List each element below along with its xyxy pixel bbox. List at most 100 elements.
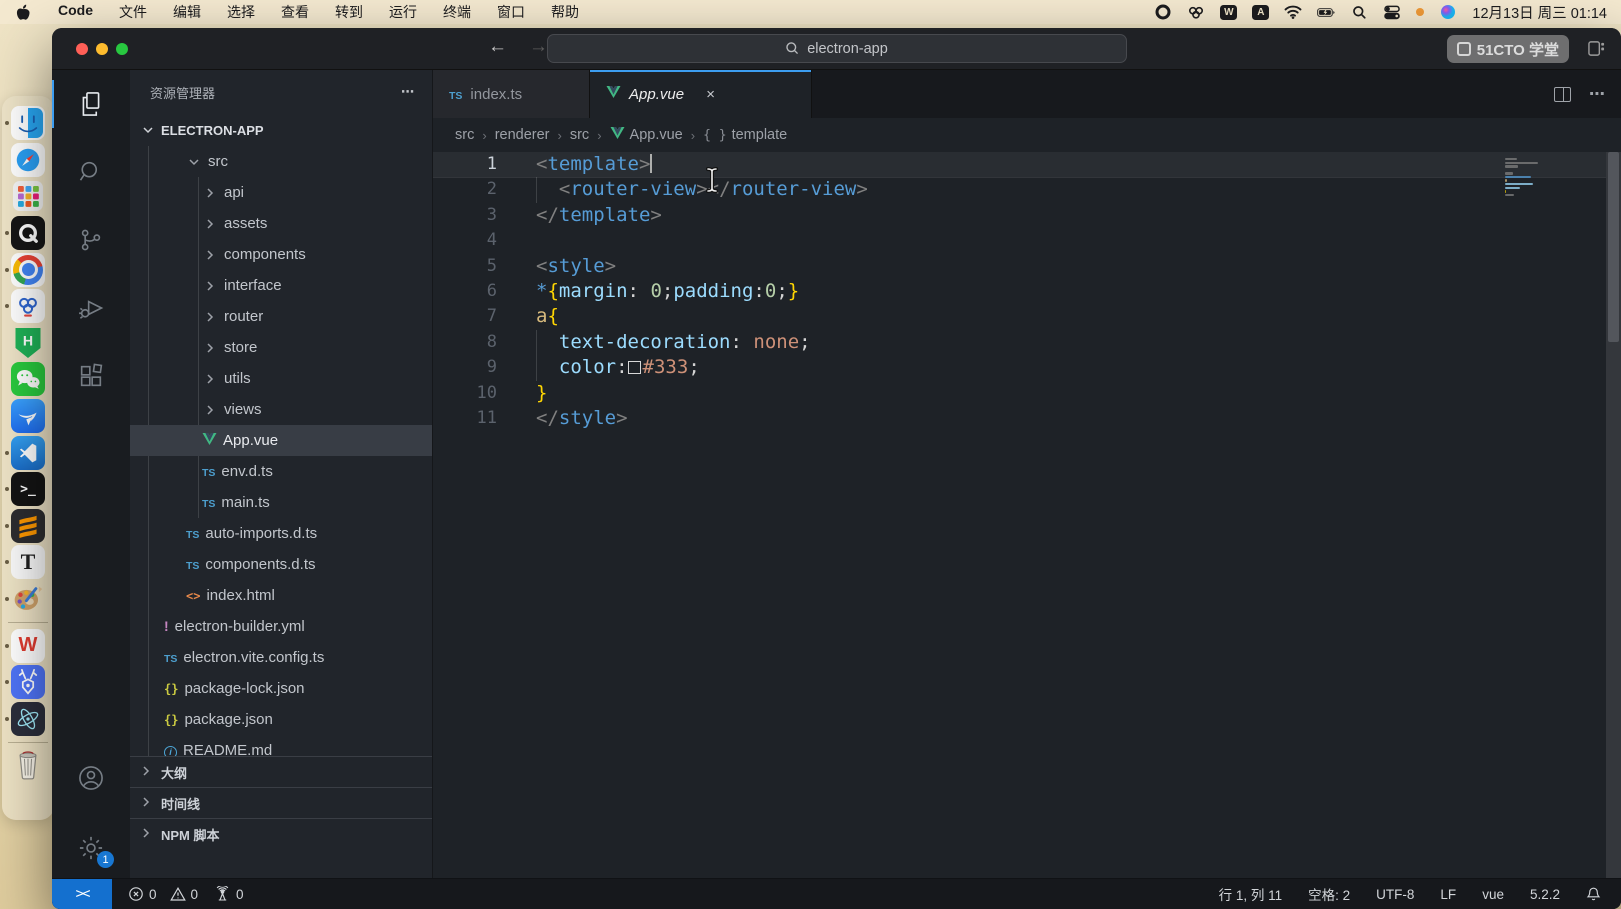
- tree-item-assets[interactable]: assets: [130, 208, 432, 239]
- close-window-button[interactable]: [76, 43, 88, 55]
- dock-item-safari[interactable]: [2, 142, 54, 179]
- problems-status[interactable]: 0 0: [128, 886, 198, 902]
- bell-icon[interactable]: [1586, 886, 1601, 902]
- activity-extensions[interactable]: [52, 342, 130, 410]
- activity-settings[interactable]: 1: [52, 818, 130, 878]
- menu-item-2[interactable]: 编辑: [173, 2, 201, 22]
- spotlight-icon[interactable]: [1350, 4, 1368, 20]
- tree-item-auto-imports.d.ts[interactable]: TSauto-imports.d.ts: [130, 518, 432, 549]
- battery-icon[interactable]: [1317, 4, 1335, 20]
- menu-item-4[interactable]: 查看: [281, 2, 309, 22]
- code-line-6[interactable]: 6*{margin: 0;padding:0;}: [433, 279, 1621, 304]
- dock-item-launchpad[interactable]: [2, 178, 54, 215]
- dock-item-finder[interactable]: [2, 105, 54, 142]
- code-line-8[interactable]: 8 text-decoration: none;: [433, 330, 1621, 355]
- status-item-3[interactable]: LF: [1440, 887, 1456, 902]
- siri-icon[interactable]: [1439, 4, 1457, 20]
- customize-layout-icon[interactable]: [1588, 40, 1605, 62]
- tree-item-electron-builder.yml[interactable]: !electron-builder.yml: [130, 611, 432, 642]
- code-line-1[interactable]: 1<template>: [433, 152, 1621, 177]
- dock-item-deer[interactable]: [2, 664, 54, 701]
- tree-item-package.json[interactable]: {}package.json: [130, 704, 432, 735]
- dock-item-electron[interactable]: [2, 701, 54, 738]
- breadcrumb-item-App.vue[interactable]: App.vue: [610, 126, 683, 144]
- color-swatch[interactable]: [628, 361, 641, 374]
- tree-item-main.ts[interactable]: TSmain.ts: [130, 487, 432, 518]
- sidebar-section-NPM 脚本[interactable]: NPM 脚本: [130, 818, 432, 849]
- wifi-icon[interactable]: [1284, 4, 1302, 20]
- code-line-11[interactable]: 11</style>: [433, 406, 1621, 431]
- nav-back-button[interactable]: ←: [488, 36, 507, 58]
- control-center-icon[interactable]: [1383, 4, 1401, 20]
- apple-logo-icon[interactable]: [14, 4, 32, 20]
- menu-item-3[interactable]: 选择: [227, 2, 255, 22]
- status-item-5[interactable]: 5.2.2: [1530, 887, 1560, 902]
- menu-item-7[interactable]: 终端: [443, 2, 471, 22]
- activity-search[interactable]: [52, 138, 130, 206]
- menu-item-8[interactable]: 窗口: [497, 2, 525, 22]
- status-item-0[interactable]: 行 1, 列 11: [1219, 884, 1283, 904]
- dock-item-trash[interactable]: [2, 747, 54, 784]
- code-line-7[interactable]: 7a{: [433, 304, 1621, 329]
- dock-item-chrome[interactable]: [2, 251, 54, 288]
- breadcrumb-item-src[interactable]: src: [455, 127, 474, 143]
- menubar-clock[interactable]: 12月13日 周三 01:14: [1472, 2, 1607, 23]
- menu-item-app[interactable]: Code: [58, 2, 93, 22]
- dock-item-hbuilder[interactable]: H: [2, 325, 54, 362]
- close-tab-icon[interactable]: ×: [706, 86, 715, 103]
- tree-item-utils[interactable]: utils: [130, 363, 432, 394]
- dock-item-wps[interactable]: W: [2, 627, 54, 664]
- activity-source-control[interactable]: [52, 206, 130, 274]
- minimap[interactable]: [1505, 158, 1549, 197]
- explorer-more-actions[interactable]: ⋯: [401, 84, 416, 100]
- sidebar-section-大纲[interactable]: 大纲: [130, 756, 432, 787]
- input-source-icon[interactable]: A: [1252, 5, 1269, 20]
- tab-index.ts[interactable]: TSindex.ts: [433, 70, 590, 118]
- tree-item-api[interactable]: api: [130, 177, 432, 208]
- activity-run-debug[interactable]: [52, 274, 130, 342]
- dock-item-rings[interactable]: [2, 288, 54, 325]
- code-line-9[interactable]: 9 color:#333;: [433, 355, 1621, 380]
- menu-item-1[interactable]: 文件: [119, 2, 147, 22]
- tree-item-package-lock.json[interactable]: {}package-lock.json: [130, 673, 432, 704]
- dock-item-palette[interactable]: [2, 581, 54, 618]
- project-root-row[interactable]: ELECTRON-APP: [130, 114, 432, 146]
- code-line-10[interactable]: 10}: [433, 381, 1621, 406]
- menu-item-9[interactable]: 帮助: [551, 2, 579, 22]
- status-item-2[interactable]: UTF-8: [1376, 887, 1414, 902]
- ports-status[interactable]: 0: [214, 886, 244, 902]
- dock-item-quicktime[interactable]: [2, 215, 54, 252]
- tree-item-App.vue[interactable]: App.vue: [130, 425, 432, 456]
- tree-item-store[interactable]: store: [130, 332, 432, 363]
- tree-item-views[interactable]: views: [130, 394, 432, 425]
- menu-item-5[interactable]: 转到: [335, 2, 363, 22]
- split-editor-icon[interactable]: [1554, 87, 1571, 102]
- zoom-window-button[interactable]: [116, 43, 128, 55]
- tab-App.vue[interactable]: App.vue×: [590, 70, 812, 118]
- record-icon[interactable]: [1154, 4, 1172, 20]
- tree-item-router[interactable]: router: [130, 301, 432, 332]
- code-line-5[interactable]: 5<style>: [433, 254, 1621, 279]
- tree-item-electron.vite.config.ts[interactable]: TSelectron.vite.config.ts: [130, 642, 432, 673]
- tree-item-interface[interactable]: interface: [130, 270, 432, 301]
- traffic-lights[interactable]: [76, 43, 128, 55]
- sidebar-section-时间线[interactable]: 时间线: [130, 787, 432, 818]
- menu-item-6[interactable]: 运行: [389, 2, 417, 22]
- editor-more-actions[interactable]: ⋯: [1589, 84, 1607, 104]
- tree-item-env.d.ts[interactable]: TSenv.d.ts: [130, 456, 432, 487]
- dock-item-dingtalk[interactable]: [2, 398, 54, 435]
- titlebar[interactable]: ← → electron-app 51CTO 学堂: [52, 28, 1621, 70]
- code-line-2[interactable]: 2 <router-view></router-view>: [433, 177, 1621, 202]
- wps-menubar-icon[interactable]: W: [1220, 5, 1237, 20]
- activity-explorer[interactable]: [52, 70, 130, 138]
- code-line-3[interactable]: 3</template>: [433, 203, 1621, 228]
- nav-forward-button[interactable]: →: [529, 36, 548, 58]
- rings-icon[interactable]: [1187, 4, 1205, 20]
- tree-item-components.d.ts[interactable]: TScomponents.d.ts: [130, 549, 432, 580]
- tree-item-index.html[interactable]: <>index.html: [130, 580, 432, 611]
- remote-indicator[interactable]: ><: [52, 879, 112, 909]
- breadcrumb-item-renderer[interactable]: renderer: [495, 127, 550, 143]
- dock-item-vscode[interactable]: [2, 434, 54, 471]
- dock-item-sublime[interactable]: [2, 508, 54, 545]
- tree-item-src[interactable]: src: [130, 146, 432, 177]
